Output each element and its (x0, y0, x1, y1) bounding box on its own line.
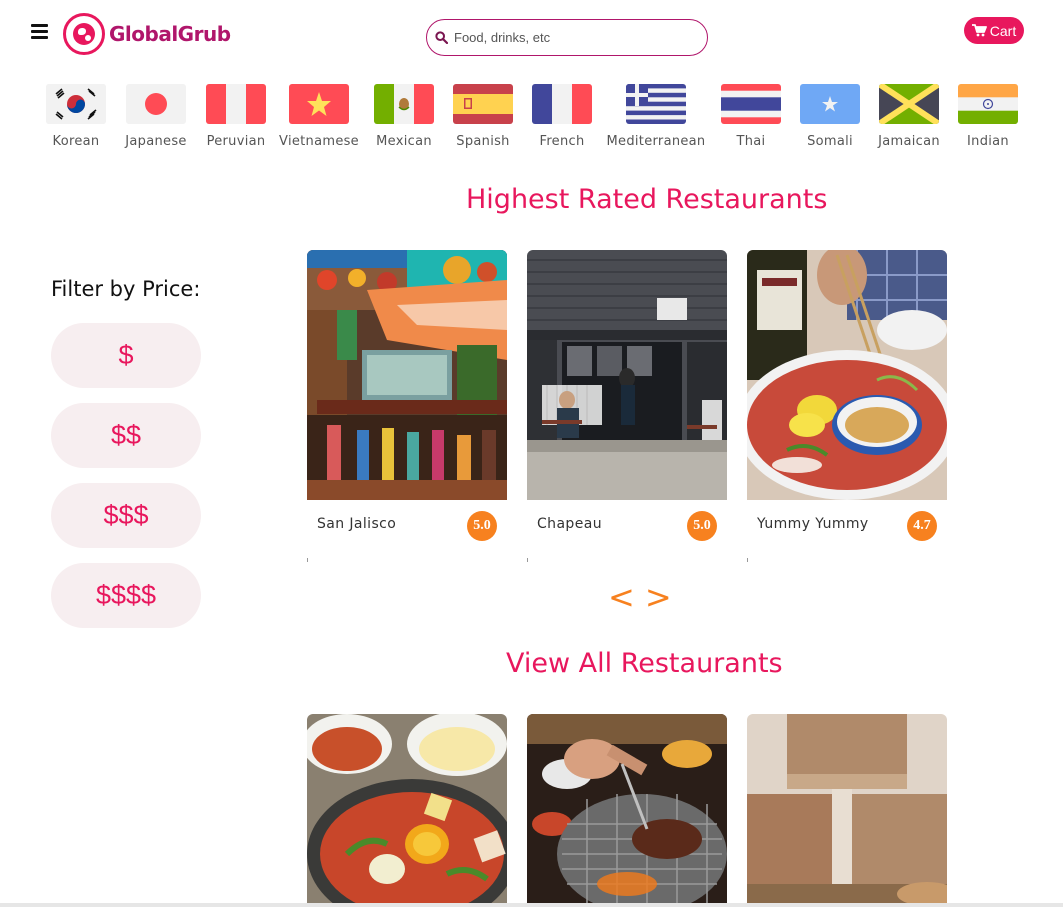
restaurant-photo (527, 250, 727, 500)
price-filter-4[interactable]: $$$$ (51, 563, 201, 628)
cuisine-label: Indian (967, 134, 1009, 149)
cuisine-label: Mediterranean (606, 134, 706, 149)
search-icon (435, 31, 448, 44)
restaurant-card-photo[interactable] (747, 714, 947, 907)
rating-badge: 5.0 (687, 511, 717, 541)
korea-flag-icon (46, 84, 106, 124)
page-bottom-divider (0, 903, 1063, 907)
cuisine-label: Japanese (125, 134, 187, 149)
peru-flag-icon (206, 84, 266, 124)
cuisine-label: Mexican (376, 134, 432, 149)
card-divider (747, 558, 748, 562)
logo[interactable]: GlobalGrub (63, 13, 231, 55)
thailand-flag-icon (721, 84, 781, 124)
mexico-flag-icon (374, 84, 434, 124)
cuisine-somali[interactable]: Somali (800, 84, 860, 149)
carousel-prev-button[interactable]: < (608, 578, 635, 616)
greece-flag-icon (626, 84, 686, 124)
cuisine-jamaican[interactable]: Jamaican (878, 84, 940, 149)
card-divider (307, 558, 308, 562)
price-filter-1[interactable]: $ (51, 323, 201, 388)
cuisine-japanese[interactable]: Japanese (125, 84, 187, 149)
japan-flag-icon (126, 84, 186, 124)
highest-rated-title: Highest Rated Restaurants (466, 184, 828, 215)
cart-button[interactable]: Cart (964, 17, 1024, 44)
vietnam-flag-icon (289, 84, 349, 124)
restaurant-name: Yummy Yummy (757, 516, 869, 532)
cuisine-indian[interactable]: Indian (958, 84, 1018, 149)
globe-logo-icon (63, 13, 105, 55)
cuisine-label: Spanish (456, 134, 510, 149)
jamaica-flag-icon (879, 84, 939, 124)
cuisine-mediterranean[interactable]: Mediterranean (606, 84, 706, 149)
restaurant-info: Yummy Yummy 4.7 (747, 500, 947, 562)
filter-title: Filter by Price: (51, 277, 201, 301)
restaurant-card-photo[interactable] (527, 714, 727, 907)
cuisine-label: Thai (736, 134, 766, 149)
somalia-flag-icon (800, 84, 860, 124)
cuisine-label: Somali (807, 134, 853, 149)
restaurant-info: San Jalisco 5.0 (307, 500, 507, 562)
restaurant-photo (307, 250, 507, 500)
shopping-cart-icon (971, 24, 987, 37)
view-all-title: View All Restaurants (506, 648, 783, 679)
price-filter-2[interactable]: $$ (51, 403, 201, 468)
restaurant-card[interactable]: San Jalisco 5.0 (307, 250, 507, 562)
menu-icon[interactable] (31, 24, 48, 40)
france-flag-icon (532, 84, 592, 124)
india-flag-icon (958, 84, 1018, 124)
restaurant-photo (747, 250, 947, 500)
cuisine-list: Korean Japanese Peruvian Vietnamese Mexi… (0, 84, 1063, 156)
card-divider (527, 558, 528, 562)
cuisine-korean[interactable]: Korean (46, 84, 106, 149)
carousel-controls: < > (608, 578, 672, 616)
restaurant-card-photo[interactable] (307, 714, 507, 907)
cuisine-peruvian[interactable]: Peruvian (206, 84, 266, 149)
rating-badge: 4.7 (907, 511, 937, 541)
spain-flag-icon (453, 84, 513, 124)
cuisine-label: Jamaican (878, 134, 940, 149)
cuisine-thai[interactable]: Thai (721, 84, 781, 149)
brand-name: GlobalGrub (109, 22, 231, 46)
rating-badge: 5.0 (467, 511, 497, 541)
carousel-next-button[interactable]: > (645, 578, 672, 616)
restaurant-info: Chapeau 5.0 (527, 500, 727, 562)
search-bar[interactable] (426, 19, 708, 56)
cuisine-label: French (539, 134, 585, 149)
cart-label: Cart (989, 22, 1017, 39)
price-filter-3[interactable]: $$$ (51, 483, 201, 548)
cuisine-mexican[interactable]: Mexican (374, 84, 434, 149)
restaurant-card[interactable]: Yummy Yummy 4.7 (747, 250, 947, 562)
restaurant-card[interactable]: Chapeau 5.0 (527, 250, 727, 562)
restaurant-name: Chapeau (537, 516, 602, 532)
cuisine-label: Peruvian (206, 134, 266, 149)
cuisine-french[interactable]: French (532, 84, 592, 149)
cuisine-label: Vietnamese (279, 134, 359, 149)
cuisine-label: Korean (52, 134, 100, 149)
header: GlobalGrub Cart (0, 0, 1063, 75)
cuisine-vietnamese[interactable]: Vietnamese (279, 84, 359, 149)
search-input[interactable] (454, 30, 694, 45)
cuisine-spanish[interactable]: Spanish (453, 84, 513, 149)
restaurant-name: San Jalisco (317, 516, 397, 532)
